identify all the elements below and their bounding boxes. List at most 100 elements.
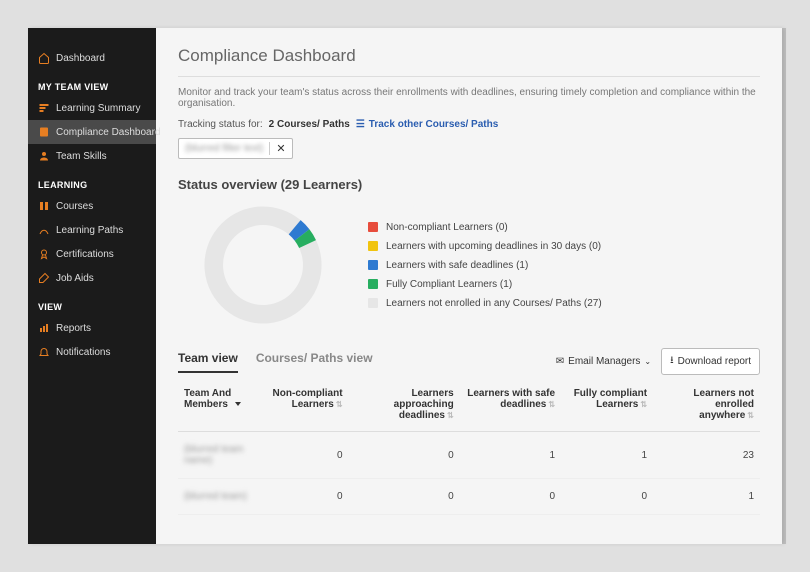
cell-safe: 1 (460, 432, 561, 479)
sidebar-item-reports[interactable]: Reports (28, 316, 156, 340)
col-approaching[interactable]: Learners approaching deadlines⇅ (349, 382, 460, 432)
status-donut-chart (198, 200, 328, 330)
sidebar-item-notifications[interactable]: Notifications (28, 340, 156, 364)
view-tabs: Team view Courses/ Paths view (178, 351, 556, 373)
list-icon: ☰ (356, 119, 365, 130)
sort-icon: ⇅ (747, 411, 754, 420)
sidebar-label: Compliance Dashboard (56, 127, 161, 138)
sidebar-label: Team Skills (56, 151, 107, 162)
cell-safe: 0 (460, 479, 561, 515)
chevron-down-icon: ⌄ (644, 357, 651, 366)
filter-chip[interactable]: (blurred filter text) ✕ (178, 138, 293, 159)
certifications-icon (38, 248, 50, 260)
compliance-icon (38, 126, 50, 138)
tracking-label: Tracking status for: (178, 119, 263, 130)
sidebar-heading-my-team-view: MY TEAM VIEW (28, 70, 156, 96)
main-content: Compliance Dashboard Monitor and track y… (156, 28, 782, 544)
sort-icon: ⇅ (548, 400, 555, 409)
sort-icon: ⇅ (336, 400, 343, 409)
email-managers-dropdown[interactable]: ✉ Email Managers ⌄ (556, 356, 651, 367)
track-link-label: Track other Courses/ Paths (369, 119, 499, 130)
sidebar-label: Reports (56, 323, 91, 334)
col-safe[interactable]: Learners with safe deadlines⇅ (460, 382, 561, 432)
cell-notenrolled: 1 (653, 479, 760, 515)
legend-label: Learners not enrolled in any Courses/ Pa… (386, 298, 602, 309)
cell-approaching: 0 (349, 479, 460, 515)
tab-team-view[interactable]: Team view (178, 351, 238, 373)
courses-icon (38, 200, 50, 212)
sidebar-item-team-skills[interactable]: Team Skills (28, 144, 156, 168)
skills-icon (38, 150, 50, 162)
sidebar-heading-learning: LEARNING (28, 168, 156, 194)
legend-label: Non-compliant Learners (0) (386, 222, 508, 233)
col-fullycompliant[interactable]: Fully compliant Learners⇅ (561, 382, 653, 432)
sidebar-label: Learning Summary (56, 103, 140, 114)
legend-item-upcoming: Learners with upcoming deadlines in 30 d… (368, 241, 602, 252)
sort-desc-icon (235, 402, 241, 406)
sidebar-item-dashboard[interactable]: Dashboard (28, 46, 156, 70)
track-other-link[interactable]: ☰ Track other Courses/ Paths (356, 119, 498, 130)
col-notenrolled[interactable]: Learners not enrolled anywhere⇅ (653, 382, 760, 432)
page-description: Monitor and track your team's status acr… (178, 87, 760, 109)
download-icon: ⭳ (670, 353, 674, 370)
email-managers-label: Email Managers (568, 356, 640, 367)
sidebar-item-learning-paths[interactable]: Learning Paths (28, 218, 156, 242)
sidebar-heading-view: VIEW (28, 290, 156, 316)
sort-icon: ⇅ (447, 411, 454, 420)
sidebar-label: Dashboard (56, 53, 105, 64)
table-row[interactable]: (blurred team name) 0 0 1 1 23 (178, 432, 760, 479)
cell-approaching: 0 (349, 432, 460, 479)
close-icon[interactable]: ✕ (269, 142, 285, 155)
download-report-label: Download report (678, 356, 751, 367)
cell-fullycompliant: 1 (561, 432, 653, 479)
app-window: Dashboard MY TEAM VIEW Learning Summary … (28, 28, 782, 544)
legend-item-safe: Learners with safe deadlines (1) (368, 260, 602, 271)
sidebar-label: Certifications (56, 249, 114, 260)
mail-icon: ✉ (556, 356, 564, 367)
tracking-value: 2 Courses/ Paths (269, 119, 350, 130)
swatch-icon (368, 241, 378, 251)
sidebar-item-learning-summary[interactable]: Learning Summary (28, 96, 156, 120)
home-icon (38, 52, 50, 64)
sidebar-label: Learning Paths (56, 225, 123, 236)
reports-icon (38, 322, 50, 334)
cell-noncompliant: 0 (258, 479, 349, 515)
table-actions: ✉ Email Managers ⌄ ⭳ Download report (556, 348, 760, 375)
table-row[interactable]: (blurred team) 0 0 0 0 1 (178, 479, 760, 515)
team-name: (blurred team) (184, 491, 247, 502)
cell-notenrolled: 23 (653, 432, 760, 479)
legend-item-noncompliant: Non-compliant Learners (0) (368, 222, 602, 233)
col-noncompliant[interactable]: Non-compliant Learners⇅ (258, 382, 349, 432)
team-name: (blurred team name) (184, 444, 243, 466)
col-team-members[interactable]: Team And Members (178, 382, 258, 432)
download-report-button[interactable]: ⭳ Download report (661, 348, 760, 375)
legend-item-notenrolled: Learners not enrolled in any Courses/ Pa… (368, 298, 602, 309)
sort-icon: ⇅ (640, 400, 647, 409)
legend-label: Learners with upcoming deadlines in 30 d… (386, 241, 601, 252)
sidebar-item-job-aids[interactable]: Job Aids (28, 266, 156, 290)
legend-item-compliant: Fully Compliant Learners (1) (368, 279, 602, 290)
swatch-icon (368, 222, 378, 232)
cell-noncompliant: 0 (258, 432, 349, 479)
sidebar: Dashboard MY TEAM VIEW Learning Summary … (28, 28, 156, 544)
jobaids-icon (38, 272, 50, 284)
sidebar-label: Notifications (56, 347, 110, 358)
sidebar-item-courses[interactable]: Courses (28, 194, 156, 218)
filter-chip-text: (blurred filter text) (185, 143, 263, 154)
legend-label: Learners with safe deadlines (1) (386, 260, 528, 271)
sidebar-label: Job Aids (56, 273, 94, 284)
page-title: Compliance Dashboard (178, 46, 760, 77)
swatch-icon (368, 298, 378, 308)
sidebar-label: Courses (56, 201, 93, 212)
sidebar-item-certifications[interactable]: Certifications (28, 242, 156, 266)
summary-icon (38, 102, 50, 114)
swatch-icon (368, 260, 378, 270)
legend-label: Fully Compliant Learners (1) (386, 279, 512, 290)
sidebar-item-compliance-dashboard[interactable]: Compliance Dashboard (28, 120, 156, 144)
swatch-icon (368, 279, 378, 289)
status-overview: Non-compliant Learners (0) Learners with… (178, 200, 760, 330)
paths-icon (38, 224, 50, 236)
bell-icon (38, 346, 50, 358)
cell-fullycompliant: 0 (561, 479, 653, 515)
tracking-status-row: Tracking status for: 2 Courses/ Paths ☰ … (178, 119, 760, 130)
